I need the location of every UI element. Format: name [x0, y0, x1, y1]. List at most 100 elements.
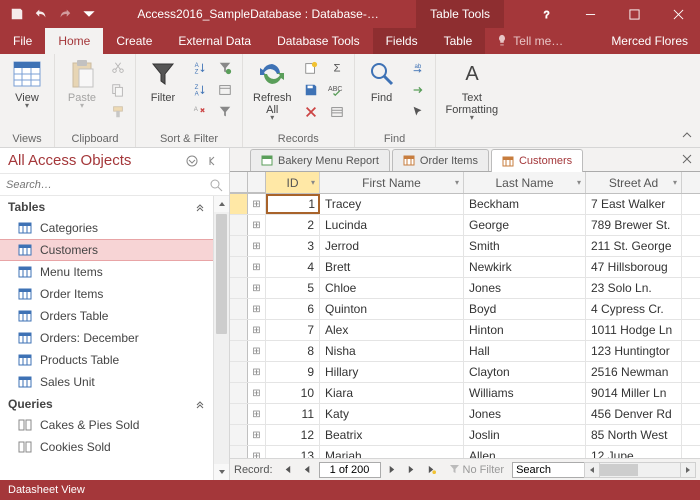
- sort-desc-button[interactable]: ZA: [188, 80, 210, 100]
- table-row[interactable]: ⊞ 1 Tracey Beckham 7 East Walker: [230, 194, 700, 215]
- nav-item[interactable]: Orders Table: [0, 305, 213, 327]
- nav-item[interactable]: Menu Items: [0, 261, 213, 283]
- document-tab[interactable]: Customers: [491, 149, 583, 172]
- row-selector[interactable]: [230, 278, 248, 298]
- scroll-down-icon[interactable]: [214, 464, 229, 480]
- table-row[interactable]: ⊞ 13 Mariah Allen 12 Jupe: [230, 446, 700, 458]
- row-selector[interactable]: [230, 446, 248, 458]
- filter-button[interactable]: Filter: [142, 56, 184, 106]
- nav-group-queries[interactable]: Queries: [0, 393, 213, 414]
- save-icon[interactable]: [6, 3, 28, 25]
- expand-row-button[interactable]: ⊞: [248, 341, 266, 361]
- tab-fields[interactable]: Fields: [373, 28, 431, 54]
- table-row[interactable]: ⊞ 9 Hillary Clayton 2516 Newman: [230, 362, 700, 383]
- user-name[interactable]: Merced Flores: [599, 28, 700, 54]
- row-selector[interactable]: [230, 320, 248, 340]
- nav-title[interactable]: All Access Objects: [8, 152, 181, 169]
- scroll-track[interactable]: [600, 462, 680, 478]
- table-row[interactable]: ⊞ 5 Chloe Jones 23 Solo Ln.: [230, 278, 700, 299]
- next-record-button[interactable]: [383, 461, 401, 479]
- nav-item[interactable]: Customers: [0, 239, 213, 261]
- delete-record-button[interactable]: [300, 102, 322, 122]
- row-selector[interactable]: [230, 257, 248, 277]
- spelling-button[interactable]: ABC: [326, 80, 348, 100]
- select-button[interactable]: [407, 102, 429, 122]
- nav-item[interactable]: Orders: December: [0, 327, 213, 349]
- cut-button[interactable]: [107, 58, 129, 78]
- expand-row-button[interactable]: ⊞: [248, 257, 266, 277]
- first-record-button[interactable]: [279, 461, 297, 479]
- scroll-right-icon[interactable]: [680, 462, 696, 478]
- row-selector[interactable]: [230, 299, 248, 319]
- expand-row-button[interactable]: ⊞: [248, 446, 266, 458]
- document-tab[interactable]: Bakery Menu Report: [250, 149, 390, 171]
- table-row[interactable]: ⊞ 11 Katy Jones 456 Denver Rd: [230, 404, 700, 425]
- new-record-button[interactable]: [300, 58, 322, 78]
- tab-create[interactable]: Create: [103, 28, 165, 54]
- expand-row-button[interactable]: ⊞: [248, 362, 266, 382]
- nav-search-input[interactable]: [6, 179, 209, 191]
- close-tab-button[interactable]: [680, 152, 694, 166]
- toggle-filter-button[interactable]: [214, 102, 236, 122]
- nav-item[interactable]: Order Items: [0, 283, 213, 305]
- tell-me-search[interactable]: Tell me…: [485, 28, 573, 54]
- refresh-all-button[interactable]: Refresh All▾: [249, 56, 296, 125]
- row-selector[interactable]: [230, 362, 248, 382]
- redo-icon[interactable]: [54, 3, 76, 25]
- expand-row-button[interactable]: ⊞: [248, 320, 266, 340]
- nav-item[interactable]: Products Table: [0, 349, 213, 371]
- select-all-cell[interactable]: [230, 172, 248, 193]
- text-formatting-button[interactable]: A Text Formatting▾: [442, 56, 503, 125]
- expand-row-button[interactable]: ⊞: [248, 215, 266, 235]
- table-row[interactable]: ⊞ 10 Kiara Williams 9014 Miller Ln: [230, 383, 700, 404]
- goto-button[interactable]: [407, 80, 429, 100]
- expand-row-button[interactable]: ⊞: [248, 383, 266, 403]
- horizontal-scrollbar[interactable]: [584, 462, 696, 478]
- nav-item[interactable]: Sales Unit: [0, 371, 213, 393]
- undo-icon[interactable]: [30, 3, 52, 25]
- table-row[interactable]: ⊞ 4 Brett Newkirk 47 Hillsboroug: [230, 257, 700, 278]
- format-painter-button[interactable]: [107, 102, 129, 122]
- prev-record-button[interactable]: [299, 461, 317, 479]
- find-button[interactable]: Find: [361, 56, 403, 106]
- collapse-ribbon-button[interactable]: [678, 127, 696, 145]
- expand-row-button[interactable]: ⊞: [248, 404, 266, 424]
- column-header[interactable]: Last Name▾: [464, 172, 586, 193]
- tab-file[interactable]: File: [0, 28, 45, 54]
- table-row[interactable]: ⊞ 12 Beatrix Joslin 85 North West: [230, 425, 700, 446]
- nav-menu-dropdown-icon[interactable]: [183, 152, 201, 170]
- tab-table[interactable]: Table: [431, 28, 486, 54]
- nav-scrollbar[interactable]: [213, 196, 229, 480]
- minimize-button[interactable]: [568, 0, 612, 28]
- row-selector[interactable]: [230, 236, 248, 256]
- row-selector[interactable]: [230, 194, 248, 214]
- column-header[interactable]: First Name▾: [320, 172, 464, 193]
- tab-home[interactable]: Home: [45, 28, 103, 54]
- column-header[interactable]: Street Ad▾: [586, 172, 682, 193]
- expand-row-button[interactable]: ⊞: [248, 299, 266, 319]
- save-record-button[interactable]: [300, 80, 322, 100]
- record-search-input[interactable]: [512, 462, 592, 478]
- more-records-button[interactable]: [326, 102, 348, 122]
- expand-row-button[interactable]: ⊞: [248, 425, 266, 445]
- nav-item[interactable]: Cookies Sold: [0, 436, 213, 458]
- expand-row-button[interactable]: ⊞: [248, 236, 266, 256]
- scroll-thumb[interactable]: [216, 214, 227, 334]
- help-button[interactable]: ?: [524, 0, 568, 28]
- paste-button[interactable]: Paste▾: [61, 56, 103, 113]
- last-record-button[interactable]: [403, 461, 421, 479]
- sort-asc-button[interactable]: AZ: [188, 58, 210, 78]
- table-row[interactable]: ⊞ 2 Lucinda George 789 Brewer St.: [230, 215, 700, 236]
- close-button[interactable]: [656, 0, 700, 28]
- record-position-input[interactable]: [319, 462, 381, 478]
- qat-dropdown-icon[interactable]: [78, 3, 100, 25]
- scroll-up-icon[interactable]: [214, 196, 229, 212]
- copy-button[interactable]: [107, 80, 129, 100]
- column-header[interactable]: ID▾: [266, 172, 320, 193]
- row-selector[interactable]: [230, 425, 248, 445]
- scroll-left-icon[interactable]: [584, 462, 600, 478]
- replace-button[interactable]: ab: [407, 58, 429, 78]
- row-selector[interactable]: [230, 341, 248, 361]
- expand-row-button[interactable]: ⊞: [248, 194, 266, 214]
- filter-indicator[interactable]: No Filter: [443, 464, 511, 476]
